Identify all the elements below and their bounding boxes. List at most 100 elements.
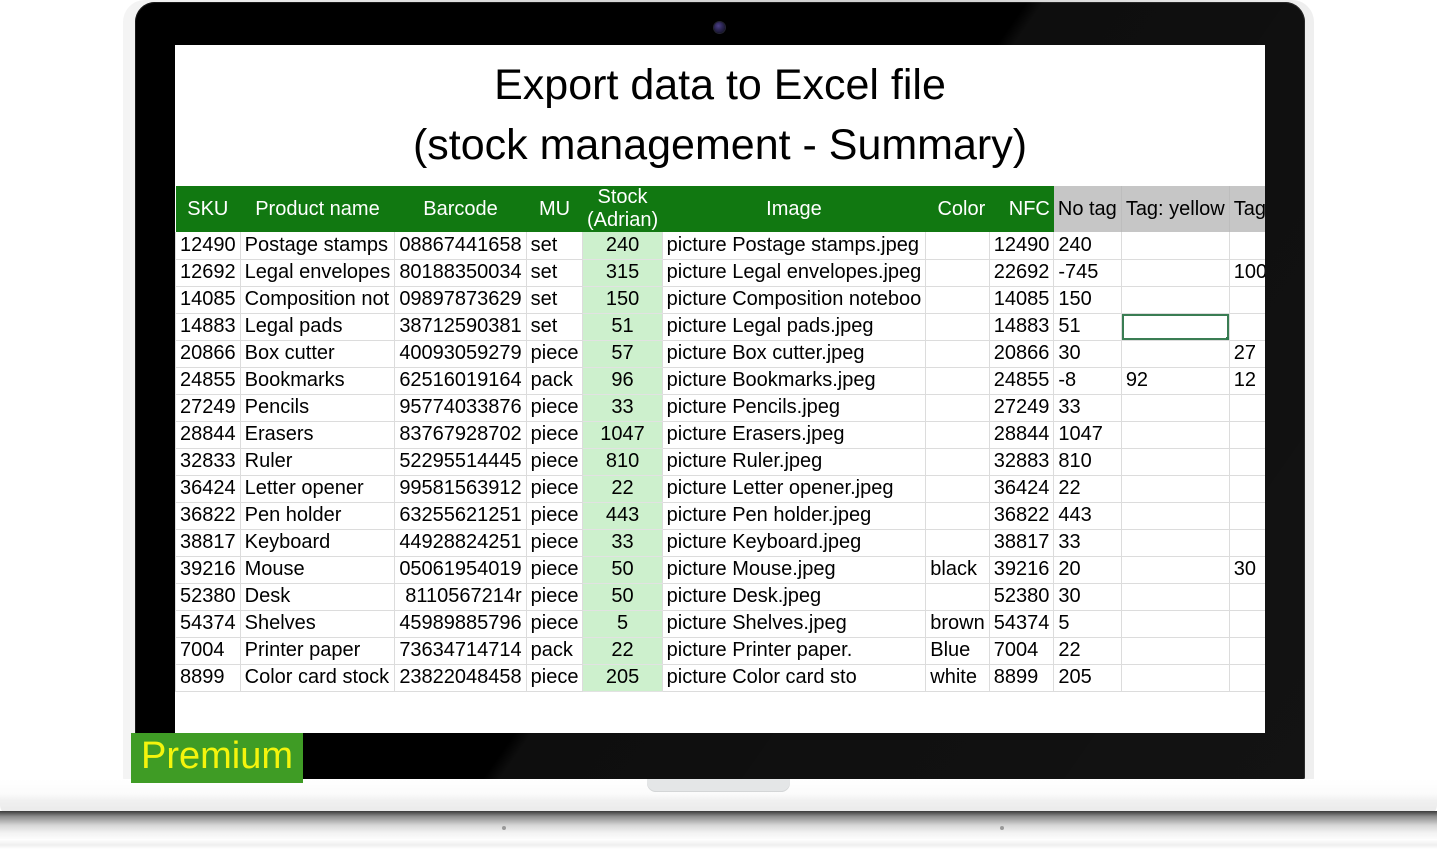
cell-image[interactable]: picture Printer paper. bbox=[662, 637, 927, 665]
cell-sku[interactable]: 14085 bbox=[175, 286, 241, 314]
cell-product-name[interactable]: Legal envelopes bbox=[240, 259, 396, 287]
cell-tag-yellow[interactable]: 92 bbox=[1121, 367, 1230, 395]
column-header-tag-red[interactable]: Tag: red bbox=[1229, 186, 1265, 232]
cell-tag-red[interactable] bbox=[1229, 610, 1265, 638]
cell-image[interactable]: picture Letter opener.jpeg bbox=[662, 475, 927, 503]
cell-no-tag[interactable]: 205 bbox=[1053, 664, 1122, 692]
cell-mu[interactable]: set bbox=[526, 286, 584, 314]
cell-color[interactable] bbox=[925, 232, 990, 260]
cell-stock[interactable]: 443 bbox=[582, 502, 663, 530]
cell-nfc[interactable]: 36822 bbox=[989, 502, 1055, 530]
cell-sku[interactable]: 12692 bbox=[175, 259, 241, 287]
cell-tag-yellow[interactable] bbox=[1121, 475, 1230, 503]
cell-tag-red[interactable] bbox=[1229, 313, 1265, 341]
cell-nfc[interactable]: 7004 bbox=[989, 637, 1055, 665]
cell-tag-yellow[interactable] bbox=[1121, 637, 1230, 665]
cell-product-name[interactable]: Printer paper bbox=[240, 637, 396, 665]
column-header-tag-yellow[interactable]: Tag: yellow bbox=[1121, 186, 1230, 232]
cell-tag-red[interactable] bbox=[1229, 448, 1265, 476]
cell-tag-yellow[interactable] bbox=[1121, 529, 1230, 557]
spreadsheet[interactable]: SKU Product name Barcode MU Stock (Adria… bbox=[175, 186, 1265, 692]
cell-image[interactable]: picture Legal envelopes.jpeg bbox=[662, 259, 927, 287]
column-header-image[interactable]: Image bbox=[662, 186, 926, 232]
cell-mu[interactable]: piece bbox=[526, 475, 584, 503]
column-header-mu[interactable]: MU bbox=[526, 186, 583, 232]
cell-product-name[interactable]: Color card stock bbox=[240, 664, 396, 692]
cell-stock[interactable]: 51 bbox=[582, 313, 663, 341]
cell-product-name[interactable]: Desk bbox=[240, 583, 396, 611]
cell-nfc[interactable]: 38817 bbox=[989, 529, 1055, 557]
cell-tag-red[interactable] bbox=[1229, 502, 1265, 530]
cell-stock[interactable]: 5 bbox=[582, 610, 663, 638]
cell-nfc[interactable]: 52380 bbox=[989, 583, 1055, 611]
cell-color[interactable] bbox=[925, 394, 990, 422]
cell-barcode[interactable]: 80188350034 bbox=[394, 259, 527, 287]
cell-sku[interactable]: 8899 bbox=[175, 664, 241, 692]
cell-nfc[interactable]: 32883 bbox=[989, 448, 1055, 476]
cell-image[interactable]: picture Box cutter.jpeg bbox=[662, 340, 927, 368]
cell-color[interactable] bbox=[925, 502, 990, 530]
cell-nfc[interactable]: 14085 bbox=[989, 286, 1055, 314]
cell-nfc[interactable]: 24855 bbox=[989, 367, 1055, 395]
cell-image[interactable]: picture Bookmarks.jpeg bbox=[662, 367, 927, 395]
cell-color[interactable] bbox=[925, 475, 990, 503]
cell-color[interactable] bbox=[925, 583, 990, 611]
fill-handle[interactable] bbox=[1225, 336, 1229, 339]
cell-product-name[interactable]: Ruler bbox=[240, 448, 396, 476]
cell-product-name[interactable]: Bookmarks bbox=[240, 367, 396, 395]
cell-product-name[interactable]: Composition not bbox=[240, 286, 396, 314]
cell-image[interactable]: picture Postage stamps.jpeg bbox=[662, 232, 927, 260]
column-header-barcode[interactable]: Barcode bbox=[394, 186, 527, 232]
cell-product-name[interactable]: Pen holder bbox=[240, 502, 396, 530]
cell-image[interactable]: picture Keyboard.jpeg bbox=[662, 529, 927, 557]
cell-product-name[interactable]: Keyboard bbox=[240, 529, 396, 557]
cell-mu[interactable]: piece bbox=[526, 610, 584, 638]
cell-tag-red[interactable] bbox=[1229, 475, 1265, 503]
cell-tag-yellow[interactable] bbox=[1121, 232, 1230, 260]
cell-color[interactable]: Blue bbox=[925, 637, 990, 665]
cell-image[interactable]: picture Erasers.jpeg bbox=[662, 421, 927, 449]
cell-mu[interactable]: piece bbox=[526, 502, 584, 530]
cell-sku[interactable]: 28844 bbox=[175, 421, 241, 449]
cell-tag-yellow[interactable] bbox=[1121, 610, 1230, 638]
cell-stock[interactable]: 22 bbox=[582, 475, 663, 503]
cell-barcode[interactable]: 73634714714 bbox=[394, 637, 527, 665]
cell-tag-red[interactable]: 12 bbox=[1229, 367, 1265, 395]
cell-mu[interactable]: piece bbox=[526, 340, 584, 368]
cell-stock[interactable]: 57 bbox=[582, 340, 663, 368]
cell-barcode[interactable]: 40093059279 bbox=[394, 340, 527, 368]
cell-barcode[interactable]: 05061954019 bbox=[394, 556, 527, 584]
cell-mu[interactable]: piece bbox=[526, 583, 584, 611]
cell-product-name[interactable]: Letter opener bbox=[240, 475, 396, 503]
cell-tag-yellow[interactable] bbox=[1121, 259, 1230, 287]
cell-nfc[interactable]: 28844 bbox=[989, 421, 1055, 449]
cell-color[interactable]: white bbox=[925, 664, 990, 692]
cell-sku[interactable]: 32833 bbox=[175, 448, 241, 476]
column-header-sku[interactable]: SKU bbox=[175, 186, 241, 232]
cell-sku[interactable]: 14883 bbox=[175, 313, 241, 341]
cell-stock[interactable]: 810 bbox=[582, 448, 663, 476]
cell-no-tag[interactable]: 22 bbox=[1053, 475, 1122, 503]
cell-image[interactable]: picture Desk.jpeg bbox=[662, 583, 927, 611]
cell-stock[interactable]: 33 bbox=[582, 394, 663, 422]
cell-nfc[interactable]: 36424 bbox=[989, 475, 1055, 503]
cell-barcode[interactable]: 8110567214r bbox=[394, 583, 527, 611]
cell-color[interactable] bbox=[925, 421, 990, 449]
cell-no-tag[interactable]: -8 bbox=[1053, 367, 1122, 395]
cell-stock[interactable]: 22 bbox=[582, 637, 663, 665]
cell-sku[interactable]: 36424 bbox=[175, 475, 241, 503]
cell-tag-yellow[interactable] bbox=[1121, 583, 1230, 611]
cell-tag-yellow[interactable] bbox=[1121, 502, 1230, 530]
cell-tag-yellow[interactable] bbox=[1121, 340, 1230, 368]
cell-tag-yellow[interactable] bbox=[1121, 664, 1230, 692]
cell-barcode[interactable]: 45989885796 bbox=[394, 610, 527, 638]
cell-image[interactable]: picture Pencils.jpeg bbox=[662, 394, 927, 422]
cell-image[interactable]: picture Pen holder.jpeg bbox=[662, 502, 927, 530]
column-header-product-name[interactable]: Product name bbox=[240, 186, 395, 232]
selected-cell[interactable] bbox=[1121, 313, 1230, 341]
cell-no-tag[interactable]: 1047 bbox=[1053, 421, 1122, 449]
cell-tag-red[interactable]: 30 bbox=[1229, 556, 1265, 584]
cell-stock[interactable]: 240 bbox=[582, 232, 663, 260]
cell-product-name[interactable]: Mouse bbox=[240, 556, 396, 584]
cell-no-tag[interactable]: 33 bbox=[1053, 529, 1122, 557]
